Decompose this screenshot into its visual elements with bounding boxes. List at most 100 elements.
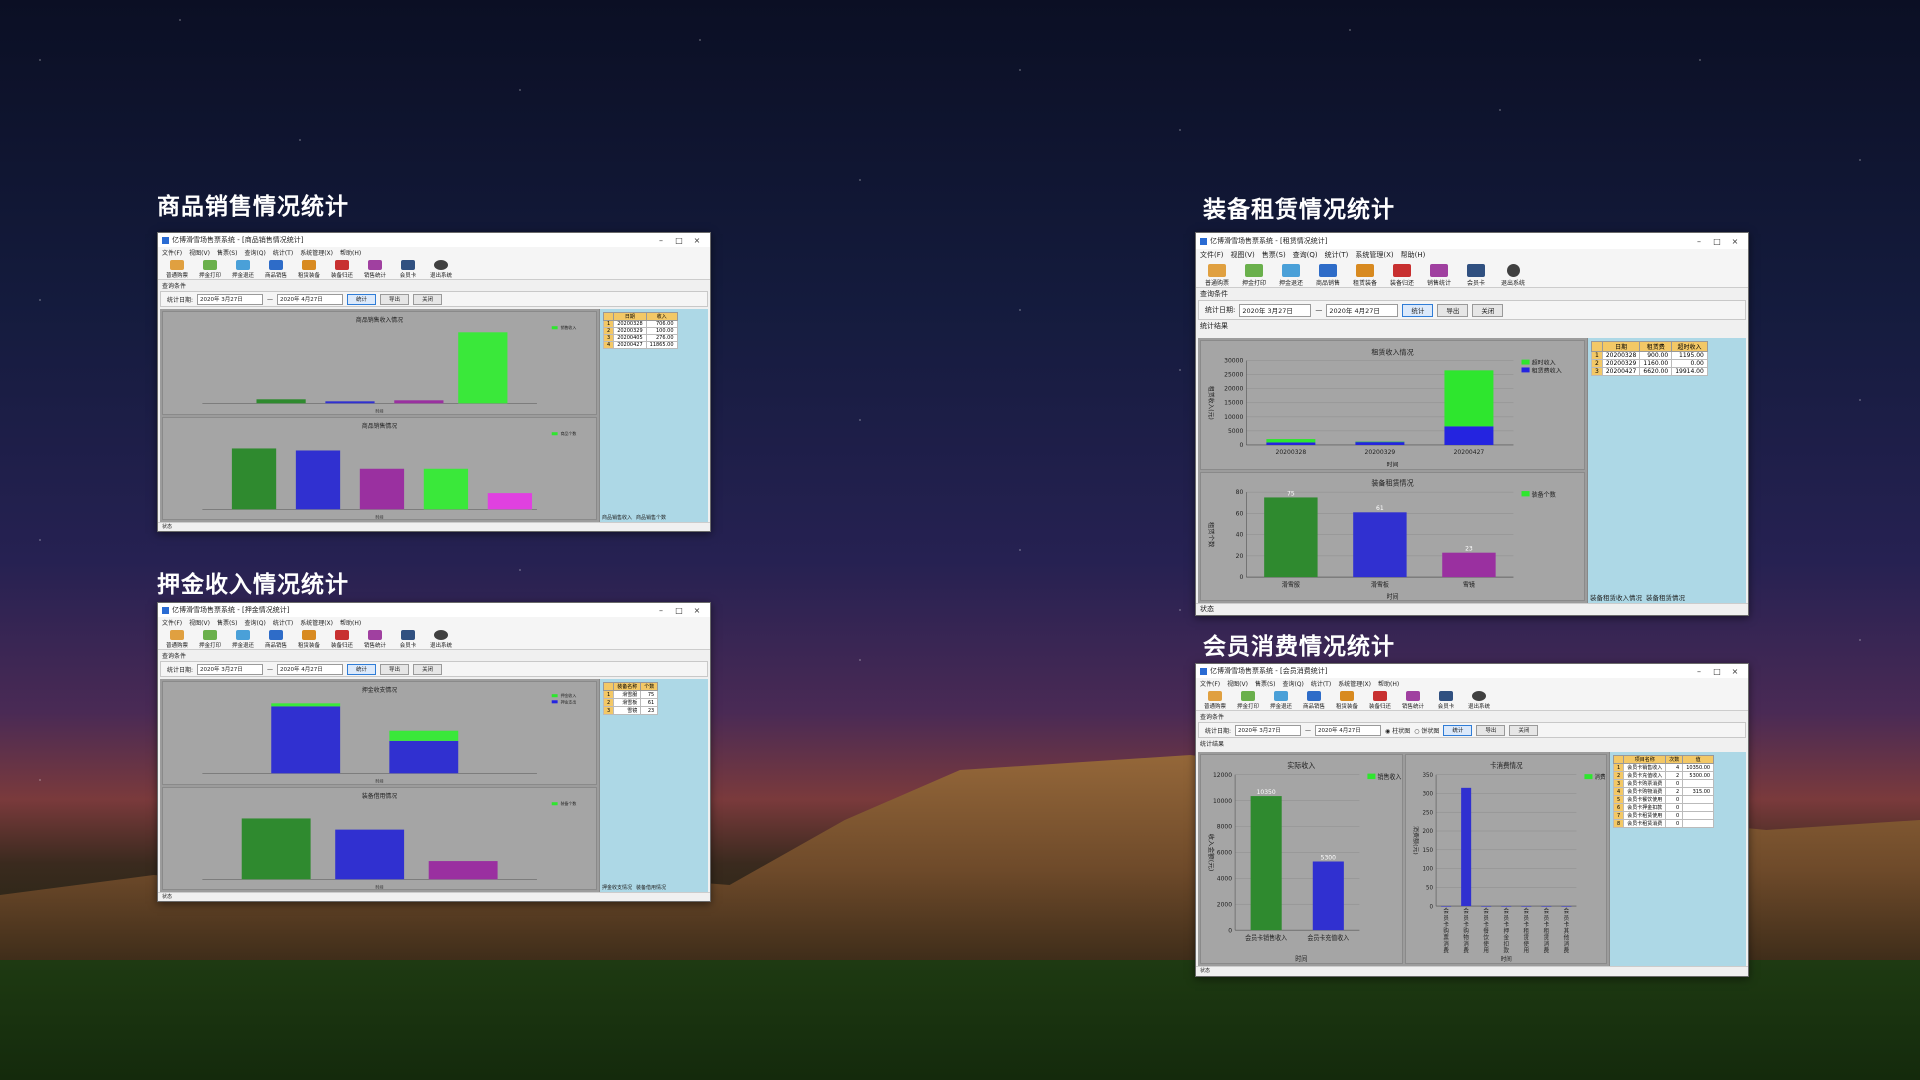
table-row[interactable]: 2 会员卡充值收入 2 5300.00 [1612,771,1715,780]
minimize-icon[interactable]: – [1690,667,1708,676]
date-to-input[interactable]: 2020年 4月27日 [1315,724,1382,736]
column-header[interactable]: 项目名称 [1623,755,1667,764]
menu-help[interactable]: 帮助(H) [1378,679,1399,688]
tb-member-card-button[interactable]: 会员卡 [1431,691,1461,710]
tb-deposit-print-button[interactable]: 押金打印 [195,630,225,649]
table-row[interactable]: 6 会员卡押金扣款 0 [1612,803,1715,812]
table-row[interactable]: 2 20200329 1160.00 0.00 [1591,359,1708,368]
table-row[interactable]: 3 雪镜 23 [602,706,659,715]
radio-pie-chart[interactable]: ○ 饼状图 [1414,726,1439,735]
menu-file[interactable]: 文件(F) [1200,250,1224,260]
table-row[interactable]: 3 20200405 276.00 [602,334,678,342]
menu-stat[interactable]: 统计(T) [273,248,293,257]
tb-deposit-print-button[interactable]: 押金打印 [195,260,225,279]
minimize-icon[interactable]: – [652,236,670,245]
date-to-input[interactable]: 2020年 4月27日 [1326,303,1399,317]
maximize-icon[interactable]: □ [670,606,688,615]
stat-button[interactable]: 统计 [1443,724,1473,736]
maximize-icon[interactable]: □ [1708,237,1726,246]
date-from-input[interactable]: 2020年 3月27日 [197,663,264,675]
tb-deposit-refund-button[interactable]: 押金退还 [1266,691,1296,710]
tb-goods-sale-button[interactable]: 商品销售 [261,630,291,649]
menu-query[interactable]: 查询(Q) [244,248,265,257]
window-titlebar[interactable]: 亿博滑雪场售票系统 - [租赁情况统计] – □ × [1196,233,1748,249]
menu-view[interactable]: 视图(V) [189,618,210,627]
tb-deposit-refund-button[interactable]: 押金退还 [228,260,258,279]
menu-ticket[interactable]: 售票(S) [1255,679,1276,688]
menu-stat[interactable]: 统计(T) [1325,250,1349,260]
minimize-icon[interactable]: – [1690,237,1708,246]
close-icon[interactable]: × [1726,237,1744,246]
menu-help[interactable]: 帮助(H) [1401,250,1426,260]
tb-rent-button[interactable]: 租赁装备 [294,630,324,649]
close-icon[interactable]: × [688,236,706,245]
menu-view[interactable]: 视图(V) [1231,250,1255,260]
column-header[interactable]: 个数 [640,682,659,691]
tab-sales-count[interactable]: 商品销售个数 [636,514,666,521]
tb-exit-button[interactable]: 退出系统 [426,260,456,279]
sales-stats-window[interactable]: 亿博滑雪场售票系统 - [商品销售情况统计] – □ × 文件(F) 视图(V)… [157,232,711,532]
tab-sales-income[interactable]: 商品销售收入 [602,514,632,521]
export-button[interactable]: 导出 [380,293,410,305]
table-row[interactable]: 8 会员卡租赁消费 0 [1612,819,1715,828]
stat-button[interactable]: 统计 [1402,303,1434,317]
minimize-icon[interactable]: – [652,606,670,615]
tb-rent-button[interactable]: 租赁装备 [1332,691,1362,710]
column-header[interactable]: 日期 [613,312,647,321]
window-titlebar[interactable]: 亿博滑雪场售票系统 - [押金情况统计] – □ × [158,603,710,617]
tb-goods-sale-button[interactable]: 商品销售 [1299,691,1329,710]
menu-file[interactable]: 文件(F) [1200,679,1220,688]
table-row[interactable]: 3 20200427 6620.00 19914.00 [1591,367,1708,376]
table-row[interactable]: 5 会员卡餐饮使用 0 [1612,795,1715,804]
menu-system[interactable]: 系统管理(X) [1355,250,1393,260]
table-row[interactable]: 1 20200328 706.00 [602,320,678,328]
date-from-input[interactable]: 2020年 3月27日 [197,293,264,305]
menu-system[interactable]: 系统管理(X) [300,248,333,257]
tb-exit-button[interactable]: 退出系统 [1464,691,1494,710]
tab-equipment[interactable]: 装备借用情况 [636,884,666,891]
result-table[interactable]: 日期 收入 1 20200328 706.00 2 20200329 100.00 3 20200… [602,312,678,349]
menu-ticket[interactable]: 售票(S) [1262,250,1286,260]
tb-rent-button[interactable]: 租赁装备 [1348,264,1382,287]
menu-view[interactable]: 视图(V) [1227,679,1248,688]
close-button[interactable]: 关闭 [413,663,443,675]
menu-file[interactable]: 文件(F) [162,248,182,257]
maximize-icon[interactable]: □ [1708,667,1726,676]
tb-exit-button[interactable]: 退出系统 [1496,264,1530,287]
tb-deposit-print-button[interactable]: 押金打印 [1237,264,1271,287]
tb-goods-sale-button[interactable]: 商品销售 [261,260,291,279]
tb-ticket-button[interactable]: 普通购票 [162,260,192,279]
menu-stat[interactable]: 统计(T) [1311,679,1331,688]
column-header[interactable]: 收入 [645,312,678,321]
menu-system[interactable]: 系统管理(X) [1338,679,1371,688]
tb-member-card-button[interactable]: 会员卡 [393,260,423,279]
tb-sales-stat-button[interactable]: 销售统计 [360,260,390,279]
column-header[interactable]: 装备名称 [613,682,642,691]
tb-return-button[interactable]: 装备归还 [1385,264,1419,287]
table-row[interactable]: 2 滑雪板 61 [602,698,659,707]
column-header[interactable]: 日期 [1601,341,1641,352]
menu-query[interactable]: 查询(Q) [244,618,265,627]
tb-member-card-button[interactable]: 会员卡 [1459,264,1493,287]
result-table[interactable]: 装备名称 个数 1 滑雪服 75 2 滑雪板 61 3 雪镜 23 [602,682,659,715]
tb-ticket-button[interactable]: 普通购票 [1200,264,1234,287]
date-to-input[interactable]: 2020年 4月27日 [277,663,344,675]
date-from-input[interactable]: 2020年 3月27日 [1239,303,1312,317]
tb-sales-stat-button[interactable]: 销售统计 [360,630,390,649]
tb-return-button[interactable]: 装备归还 [327,260,357,279]
menu-file[interactable]: 文件(F) [162,618,182,627]
menu-ticket[interactable]: 售票(S) [217,618,238,627]
maximize-icon[interactable]: □ [670,236,688,245]
stat-button[interactable]: 统计 [347,293,377,305]
date-to-input[interactable]: 2020年 4月27日 [277,293,344,305]
table-row[interactable]: 4 会员卡购物消费 2 315.00 [1612,787,1715,796]
window-titlebar[interactable]: 亿博滑雪场售票系统 - [会员消费统计] – □ × [1196,664,1748,678]
rental-stats-window[interactable]: 亿博滑雪场售票系统 - [租赁情况统计] – □ × 文件(F) 视图(V) 售… [1195,232,1749,616]
deposit-stats-window[interactable]: 亿博滑雪场售票系统 - [押金情况统计] – □ × 文件(F) 视图(V) 售… [157,602,711,902]
close-icon[interactable]: × [688,606,706,615]
tab-rental-income[interactable]: 装备租赁收入情况 [1590,592,1642,602]
tb-sales-stat-button[interactable]: 销售统计 [1422,264,1456,287]
tb-deposit-refund-button[interactable]: 押金退还 [228,630,258,649]
close-button[interactable]: 关闭 [1472,303,1504,317]
result-table[interactable]: 日期 租赁费 超时收入 1 20200328 900.00 1195.00 2 20200329… [1591,341,1708,376]
